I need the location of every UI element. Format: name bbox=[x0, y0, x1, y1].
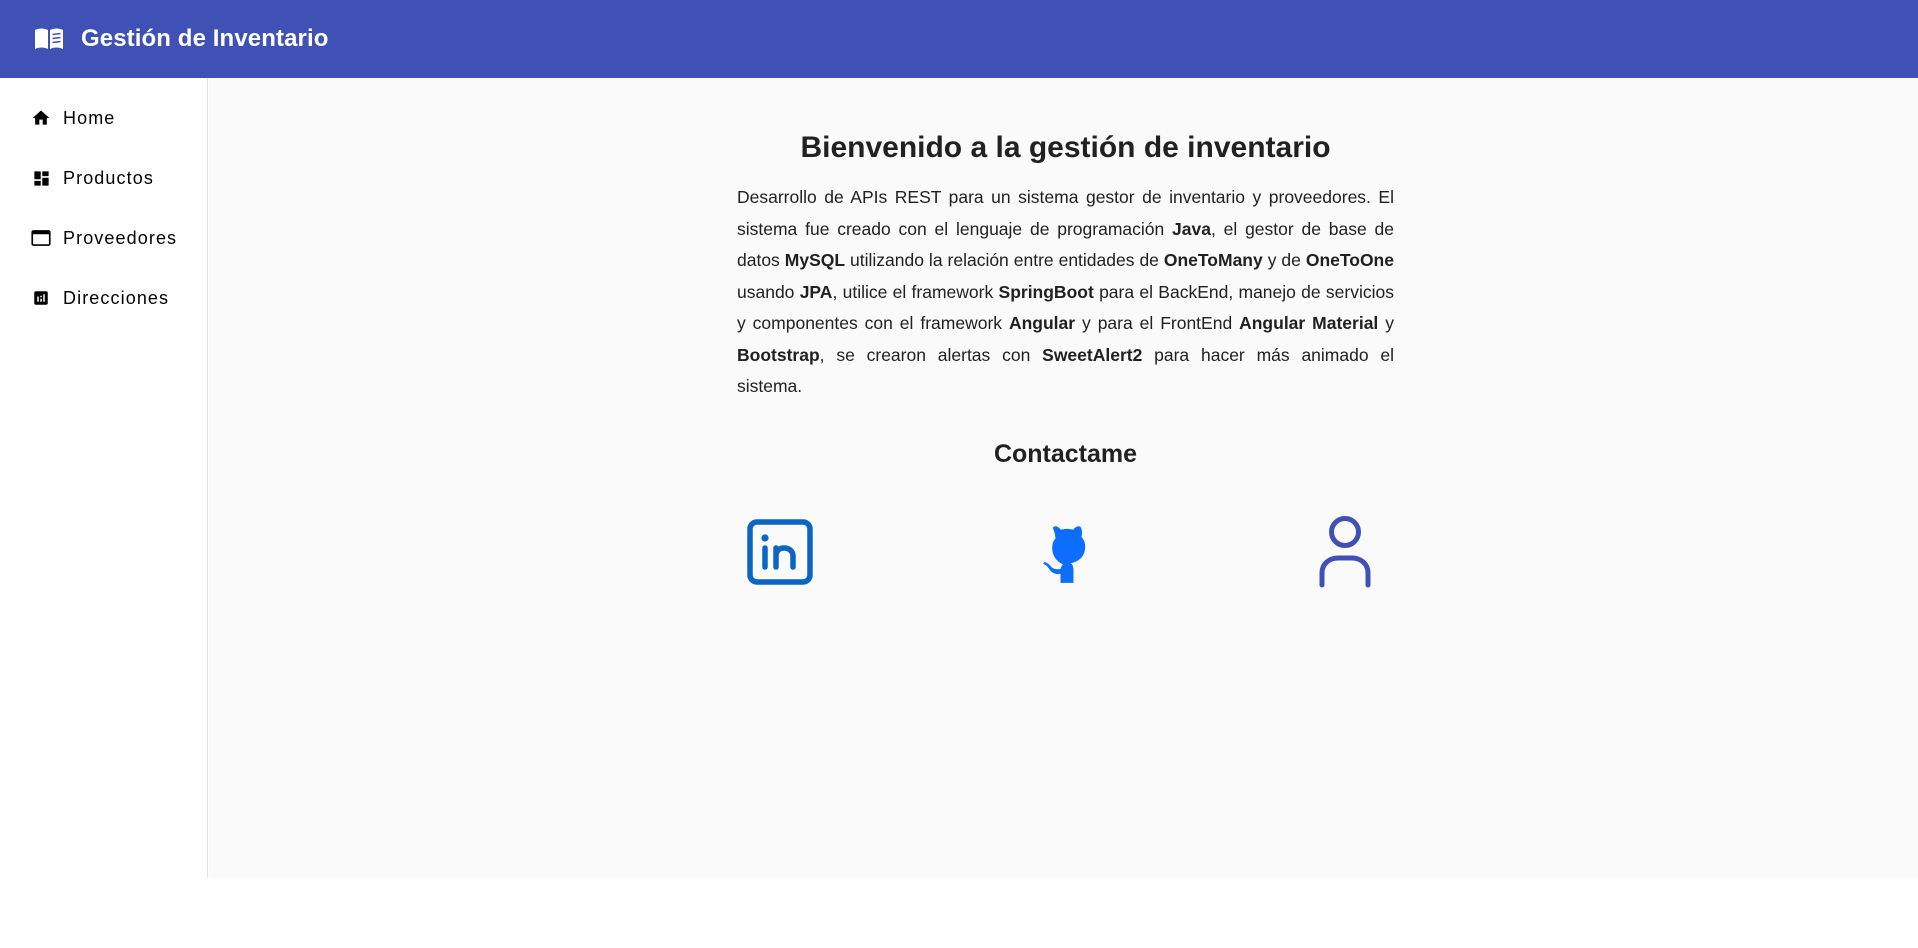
desc-text: y para el FrontEnd bbox=[1075, 313, 1240, 333]
book-open-icon bbox=[34, 25, 66, 53]
desc-text: , utilice el framework bbox=[832, 281, 999, 302]
desc-keyword: SweetAlert2 bbox=[1042, 344, 1143, 365]
app-title: Gestión de Inventario bbox=[81, 25, 329, 52]
sidebar-item-home[interactable]: Home bbox=[0, 88, 207, 148]
linkedin-icon bbox=[747, 518, 813, 585]
desc-text: usando bbox=[737, 281, 800, 302]
desc-keyword: OneToOne bbox=[1305, 250, 1394, 270]
github-icon bbox=[1043, 525, 1086, 583]
desc-keyword: OneToMany bbox=[1163, 250, 1263, 270]
user-profile-link[interactable] bbox=[1315, 515, 1375, 594]
github-link[interactable] bbox=[1030, 515, 1104, 594]
sidebar: Home Productos Proveedores Direcciones bbox=[0, 78, 208, 878]
page-title: Bienvenido a la gestión de inventario bbox=[800, 131, 1331, 164]
home-icon bbox=[31, 108, 51, 128]
desc-keyword: Java bbox=[1172, 218, 1211, 239]
sidebar-item-productos[interactable]: Productos bbox=[0, 148, 207, 208]
sidebar-item-label: Direcciones bbox=[63, 287, 170, 308]
desc-keyword: JPA bbox=[799, 281, 833, 302]
contact-links bbox=[737, 515, 1394, 595]
dashboard-icon bbox=[31, 168, 51, 188]
contact-title: Contactame bbox=[993, 439, 1138, 468]
welcome-section: Bienvenido a la gestión de inventario De… bbox=[737, 78, 1394, 595]
sidebar-item-label: Home bbox=[63, 107, 116, 128]
linkedin-link[interactable] bbox=[747, 518, 813, 590]
user-icon bbox=[1319, 515, 1371, 587]
sidebar-item-proveedores[interactable]: Proveedores bbox=[0, 208, 207, 268]
main-content: Bienvenido a la gestión de inventario De… bbox=[209, 78, 1918, 878]
app-toolbar: Gestión de Inventario bbox=[0, 0, 1918, 78]
desc-text: , se crearon alertas con bbox=[819, 344, 1043, 365]
analytics-icon bbox=[31, 288, 51, 308]
desc-text: y bbox=[1378, 313, 1394, 333]
desc-keyword: MySQL bbox=[784, 250, 846, 270]
sidebar-item-direcciones[interactable]: Direcciones bbox=[0, 268, 207, 328]
desc-text: utilizando la relación entre entidades d… bbox=[845, 250, 1164, 270]
desc-text: y de bbox=[1262, 250, 1306, 270]
sidebar-item-label: Productos bbox=[63, 167, 154, 188]
desc-keyword: Bootstrap bbox=[737, 344, 820, 365]
desc-keyword: SpringBoot bbox=[998, 281, 1094, 302]
sidebar-item-label: Proveedores bbox=[63, 227, 178, 248]
web-asset-icon bbox=[31, 228, 51, 248]
desc-keyword: Angular Material bbox=[1239, 313, 1379, 333]
description-paragraph: Desarrollo de APIs REST para un sistema … bbox=[737, 182, 1394, 403]
desc-keyword: Angular bbox=[1008, 313, 1076, 333]
